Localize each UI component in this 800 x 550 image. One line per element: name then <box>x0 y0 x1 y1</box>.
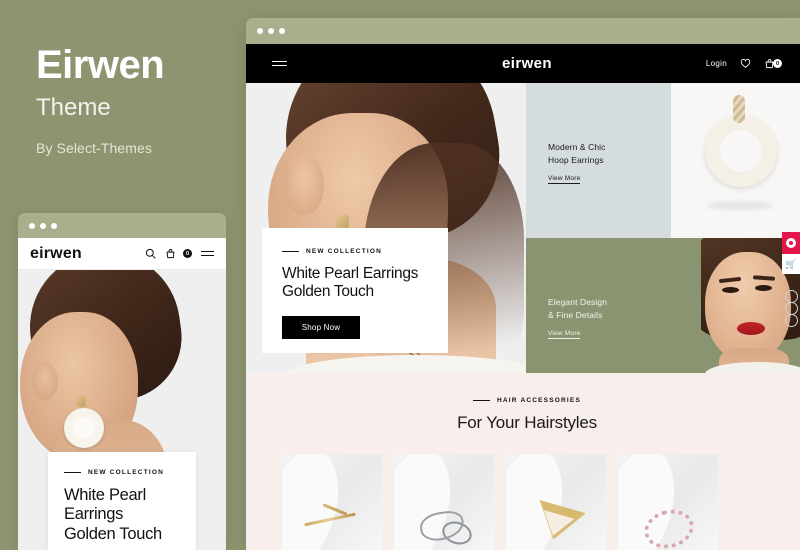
earring-stud <box>76 396 86 407</box>
window-dot-green[interactable] <box>51 222 57 229</box>
floating-side-widget: 🛒 <box>782 232 800 274</box>
eyebrow-rule <box>473 400 491 401</box>
model-ear <box>284 153 324 215</box>
hair-accessories-section: HAIR ACCESSORIES For Your Hairstyles <box>246 373 800 550</box>
window-dot-red[interactable] <box>257 28 263 34</box>
view-more-link[interactable]: View More <box>548 175 581 184</box>
model-eye-left <box>722 287 739 293</box>
eyebrow-label: NEW COLLECTION <box>282 248 428 255</box>
tablet-hero-image: NEW COLLECTION White Pearl Earrings Gold… <box>18 270 226 550</box>
hero-section: Modern & Chic Hoop Earrings View More El… <box>246 83 800 373</box>
product-thumbnail[interactable] <box>394 454 494 550</box>
tablet-chrome-bar <box>18 213 226 238</box>
heading-line-2: Earrings <box>64 505 124 524</box>
eyebrow-rule <box>64 472 81 473</box>
tablet-hero-card: NEW COLLECTION White Pearl Earrings Gold… <box>48 452 196 550</box>
model-face <box>705 252 791 362</box>
tablet-navbar: eirwen 0 <box>18 238 226 270</box>
hero-panel-elegant-design[interactable]: Elegant Design & Fine Details View More <box>526 238 701 373</box>
product-thumbnail[interactable] <box>282 454 382 550</box>
cart-button[interactable]: 0 <box>764 58 782 69</box>
cart-count-badge: 0 <box>773 59 782 68</box>
hoop-earring-clasp <box>733 95 745 123</box>
desktop-mockup: eirwen Login 0 Modern & Chic Hoop Earrin… <box>246 18 800 550</box>
chain-earring-link-3 <box>785 314 798 327</box>
product-thumbnail-grid <box>246 433 800 550</box>
eyebrow-text: HAIR ACCESSORIES <box>497 397 581 404</box>
shopping-bag-icon[interactable] <box>165 248 176 259</box>
hoop-earring-product <box>705 115 777 187</box>
hero-product-image <box>671 83 800 238</box>
gold-hair-pin-icon <box>300 500 364 546</box>
panel-title: Elegant Design & Fine Details <box>548 296 701 322</box>
window-dot-red[interactable] <box>29 222 35 229</box>
panel-title: Modern & Chic Hoop Earrings <box>548 141 671 167</box>
hoop-earring <box>64 408 104 448</box>
model-ear <box>32 362 58 400</box>
shop-now-button[interactable]: Shop Now <box>282 315 360 339</box>
heart-icon[interactable] <box>740 58 751 69</box>
earring-stud <box>336 215 349 229</box>
desktop-viewport: eirwen Login 0 Modern & Chic Hoop Earrin… <box>246 44 800 550</box>
hamburger-icon[interactable] <box>201 250 214 257</box>
model-eye-right <box>755 285 772 291</box>
desktop-chrome-bar <box>246 18 800 44</box>
tablet-mockup: eirwen 0 NEW COLLECTION White Pearl Earr… <box>18 213 226 550</box>
ring-logo-icon[interactable] <box>782 232 800 254</box>
shopping-cart-icon[interactable]: 🛒 <box>782 254 800 274</box>
navbar-actions: Login 0 <box>706 58 782 69</box>
section-title: For Your Hairstyles <box>457 413 597 432</box>
pink-crystal-barrette-icon <box>636 500 700 546</box>
tablet-card-heading: White Pearl Earrings Golden Touch <box>64 486 180 544</box>
heading-line-1: White Pearl <box>64 486 146 504</box>
tablet-logo[interactable]: eirwen <box>30 245 82 263</box>
promo-subtitle: Theme <box>36 94 111 121</box>
search-icon[interactable] <box>145 248 156 259</box>
section-eyebrow: HAIR ACCESSORIES <box>246 397 800 404</box>
panel-title-line-1: Modern & Chic <box>548 142 606 152</box>
hero-card-heading: White Pearl Earrings Golden Touch <box>282 265 428 302</box>
promo-title: Eirwen <box>36 43 165 87</box>
panel-title-line-2: Hoop Earrings <box>548 154 604 165</box>
gold-triangle-pin-icon <box>524 500 588 546</box>
panel-title-line-2: & Fine Details <box>548 309 603 320</box>
heading-line-2: Golden Touch <box>282 283 374 301</box>
site-navbar: eirwen Login 0 <box>246 44 800 83</box>
eyebrow-label: HAIR ACCESSORIES <box>473 397 581 404</box>
hamburger-icon[interactable] <box>272 60 287 67</box>
tablet-nav-icons: 0 <box>145 248 214 259</box>
eyebrow-text: NEW COLLECTION <box>306 248 383 255</box>
product-thumbnail[interactable] <box>506 454 606 550</box>
promo-block: Eirwen Theme By Select-Themes <box>36 44 246 156</box>
login-link[interactable]: Login <box>706 59 727 68</box>
view-more-link[interactable]: View More <box>548 330 581 339</box>
silver-hair-clip-icon <box>412 500 476 546</box>
tablet-viewport: eirwen 0 NEW COLLECTION White Pearl Earr… <box>18 238 226 550</box>
tablet-cart-count: 0 <box>183 249 192 258</box>
promo-byline: By Select-Themes <box>36 140 152 156</box>
eyebrow-label: NEW COLLECTION <box>64 469 180 476</box>
heading-line-3: Golden Touch <box>64 524 162 543</box>
window-dot-yellow[interactable] <box>40 222 46 229</box>
hero-panel-hoop-earrings[interactable]: Modern & Chic Hoop Earrings View More <box>526 83 682 238</box>
window-dot-yellow[interactable] <box>268 28 274 34</box>
panel-title-line-1: Elegant Design <box>548 297 608 307</box>
eyebrow-text: NEW COLLECTION <box>88 469 165 476</box>
product-shadow <box>707 201 773 210</box>
hero-promo-card: NEW COLLECTION White Pearl Earrings Gold… <box>262 228 448 353</box>
eyebrow-rule <box>282 251 299 252</box>
model-lips <box>737 322 765 335</box>
heading-line-1: White Pearl Earrings <box>282 265 419 282</box>
product-thumbnail[interactable] <box>618 454 718 550</box>
window-dot-green[interactable] <box>279 28 285 34</box>
screenshot-stage: Eirwen Theme By Select-Themes eirwen 0 N… <box>0 0 800 550</box>
